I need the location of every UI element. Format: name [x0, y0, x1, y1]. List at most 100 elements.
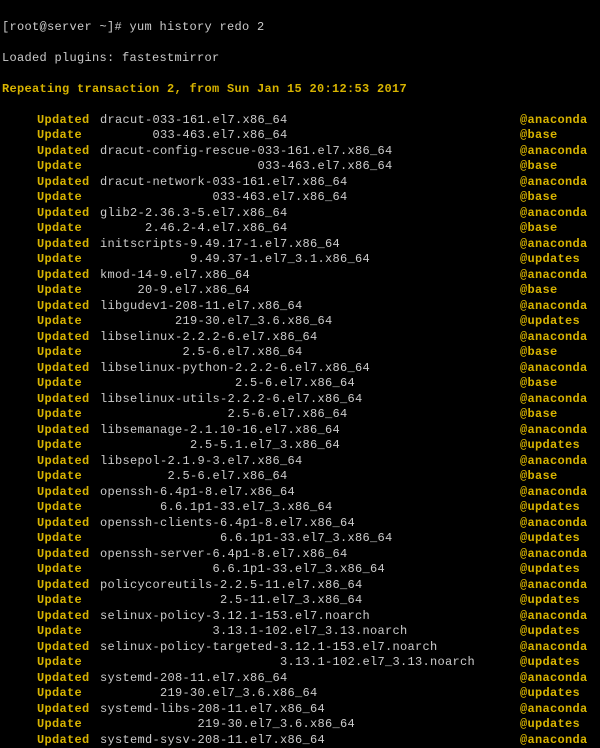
transaction-row: Updateddracut-config-rescue-033-161.el7.…: [2, 144, 598, 160]
row-action: Update: [37, 438, 100, 454]
row-action: Updated: [37, 175, 100, 191]
row-package: dracut-033-161.el7.x86_64: [100, 113, 520, 129]
row-repo: @anaconda: [520, 392, 588, 408]
row-action: Updated: [37, 702, 100, 718]
row-indent: [2, 733, 37, 748]
row-repo: @anaconda: [520, 144, 588, 160]
row-package: 2.46.2-4.el7.x86_64: [100, 221, 520, 237]
transaction-row: Updatedsystemd-libs-208-11.el7.x86_64@an…: [2, 702, 598, 718]
transaction-row: Updatedlibselinux-python-2.2.2-6.el7.x86…: [2, 361, 598, 377]
transaction-row: Updateddracut-network-033-161.el7.x86_64…: [2, 175, 598, 191]
row-package: 2.5-6.el7.x86_64: [100, 407, 520, 423]
row-package: libsemanage-2.1.10-16.el7.x86_64: [100, 423, 520, 439]
row-package: openssh-server-6.4p1-8.el7.x86_64: [100, 547, 520, 563]
row-repo: @anaconda: [520, 547, 588, 563]
row-indent: [2, 438, 37, 454]
row-action: Update: [37, 159, 100, 175]
transaction-row: Updatedlibselinux-2.2.2-6.el7.x86_64@ana…: [2, 330, 598, 346]
row-action: Updated: [37, 578, 100, 594]
transaction-row: Updatedsystemd-sysv-208-11.el7.x86_64@an…: [2, 733, 598, 748]
row-action: Updated: [37, 640, 100, 656]
row-indent: [2, 454, 37, 470]
transaction-row: Update 6.6.1p1-33.el7_3.x86_64@updates: [2, 531, 598, 547]
shell-prompt: [root@server ~]#: [2, 20, 130, 34]
row-repo: @base: [520, 407, 558, 423]
row-action: Updated: [37, 671, 100, 687]
row-package: libselinux-python-2.2.2-6.el7.x86_64: [100, 361, 520, 377]
row-package: kmod-14-9.el7.x86_64: [100, 268, 520, 284]
row-repo: @anaconda: [520, 640, 588, 656]
transaction-row: Update 219-30.el7_3.6.x86_64@updates: [2, 314, 598, 330]
row-repo: @anaconda: [520, 485, 588, 501]
row-package: 2.5-6.el7.x86_64: [100, 376, 520, 392]
row-repo: @base: [520, 221, 558, 237]
row-indent: [2, 175, 37, 191]
transaction-row: Updatedselinux-policy-3.12.1-153.el7.noa…: [2, 609, 598, 625]
row-indent: [2, 671, 37, 687]
row-indent: [2, 547, 37, 563]
row-indent: [2, 268, 37, 284]
row-action: Updated: [37, 485, 100, 501]
row-indent: [2, 190, 37, 206]
transaction-row: Updatedsystemd-208-11.el7.x86_64@anacond…: [2, 671, 598, 687]
row-indent: [2, 531, 37, 547]
transaction-row: Updateddracut-033-161.el7.x86_64@anacond…: [2, 113, 598, 129]
row-repo: @base: [520, 128, 558, 144]
row-repo: @updates: [520, 624, 580, 640]
terminal[interactable]: [root@server ~]# yum history redo 2 Load…: [0, 0, 600, 748]
row-repo: @updates: [520, 593, 580, 609]
row-package: initscripts-9.49.17-1.el7.x86_64: [100, 237, 520, 253]
row-indent: [2, 237, 37, 253]
row-repo: @updates: [520, 438, 580, 454]
row-indent: [2, 299, 37, 315]
row-indent: [2, 593, 37, 609]
row-indent: [2, 345, 37, 361]
row-package: 033-463.el7.x86_64: [100, 190, 520, 206]
transaction-row: Updatedpolicycoreutils-2.2.5-11.el7.x86_…: [2, 578, 598, 594]
row-repo: @anaconda: [520, 361, 588, 377]
row-action: Updated: [37, 113, 100, 129]
row-action: Update: [37, 283, 100, 299]
row-package: 6.6.1p1-33.el7_3.x86_64: [100, 500, 520, 516]
row-indent: [2, 128, 37, 144]
row-package: openssh-6.4p1-8.el7.x86_64: [100, 485, 520, 501]
transaction-row: Updatedopenssh-6.4p1-8.el7.x86_64@anacon…: [2, 485, 598, 501]
row-package: systemd-libs-208-11.el7.x86_64: [100, 702, 520, 718]
row-action: Updated: [37, 547, 100, 563]
row-action: Update: [37, 469, 100, 485]
transaction-row: Update 9.49.37-1.el7_3.1.x86_64@updates: [2, 252, 598, 268]
row-repo: @anaconda: [520, 237, 588, 253]
transaction-row: Update 033-463.el7.x86_64@base: [2, 128, 598, 144]
row-action: Update: [37, 624, 100, 640]
row-action: Update: [37, 407, 100, 423]
row-repo: @updates: [520, 686, 580, 702]
row-indent: [2, 361, 37, 377]
row-action: Update: [37, 376, 100, 392]
row-package: glib2-2.36.3-5.el7.x86_64: [100, 206, 520, 222]
row-repo: @anaconda: [520, 175, 588, 191]
row-action: Updated: [37, 299, 100, 315]
row-package: 2.5-6.el7.x86_64: [100, 345, 520, 361]
row-repo: @updates: [520, 655, 580, 671]
row-package: dracut-network-033-161.el7.x86_64: [100, 175, 520, 191]
row-action: Update: [37, 128, 100, 144]
transaction-row: Updatedkmod-14-9.el7.x86_64@anaconda: [2, 268, 598, 284]
row-action: Update: [37, 190, 100, 206]
row-package: 6.6.1p1-33.el7_3.x86_64: [100, 562, 520, 578]
row-indent: [2, 252, 37, 268]
row-action: Update: [37, 562, 100, 578]
row-indent: [2, 144, 37, 160]
transaction-row: Updatedlibsepol-2.1.9-3.el7.x86_64@anaco…: [2, 454, 598, 470]
repeat-transaction-line: Repeating transaction 2, from Sun Jan 15…: [2, 82, 598, 98]
row-package: selinux-policy-3.12.1-153.el7.noarch: [100, 609, 520, 625]
transaction-row: Updatedselinux-policy-targeted-3.12.1-15…: [2, 640, 598, 656]
row-indent: [2, 655, 37, 671]
prompt-line: [root@server ~]# yum history redo 2: [2, 20, 598, 36]
row-action: Update: [37, 686, 100, 702]
row-repo: @anaconda: [520, 423, 588, 439]
row-repo: @base: [520, 190, 558, 206]
row-indent: [2, 702, 37, 718]
row-package: policycoreutils-2.2.5-11.el7.x86_64: [100, 578, 520, 594]
row-package: 033-463.el7.x86_64: [100, 159, 520, 175]
row-repo: @updates: [520, 500, 580, 516]
